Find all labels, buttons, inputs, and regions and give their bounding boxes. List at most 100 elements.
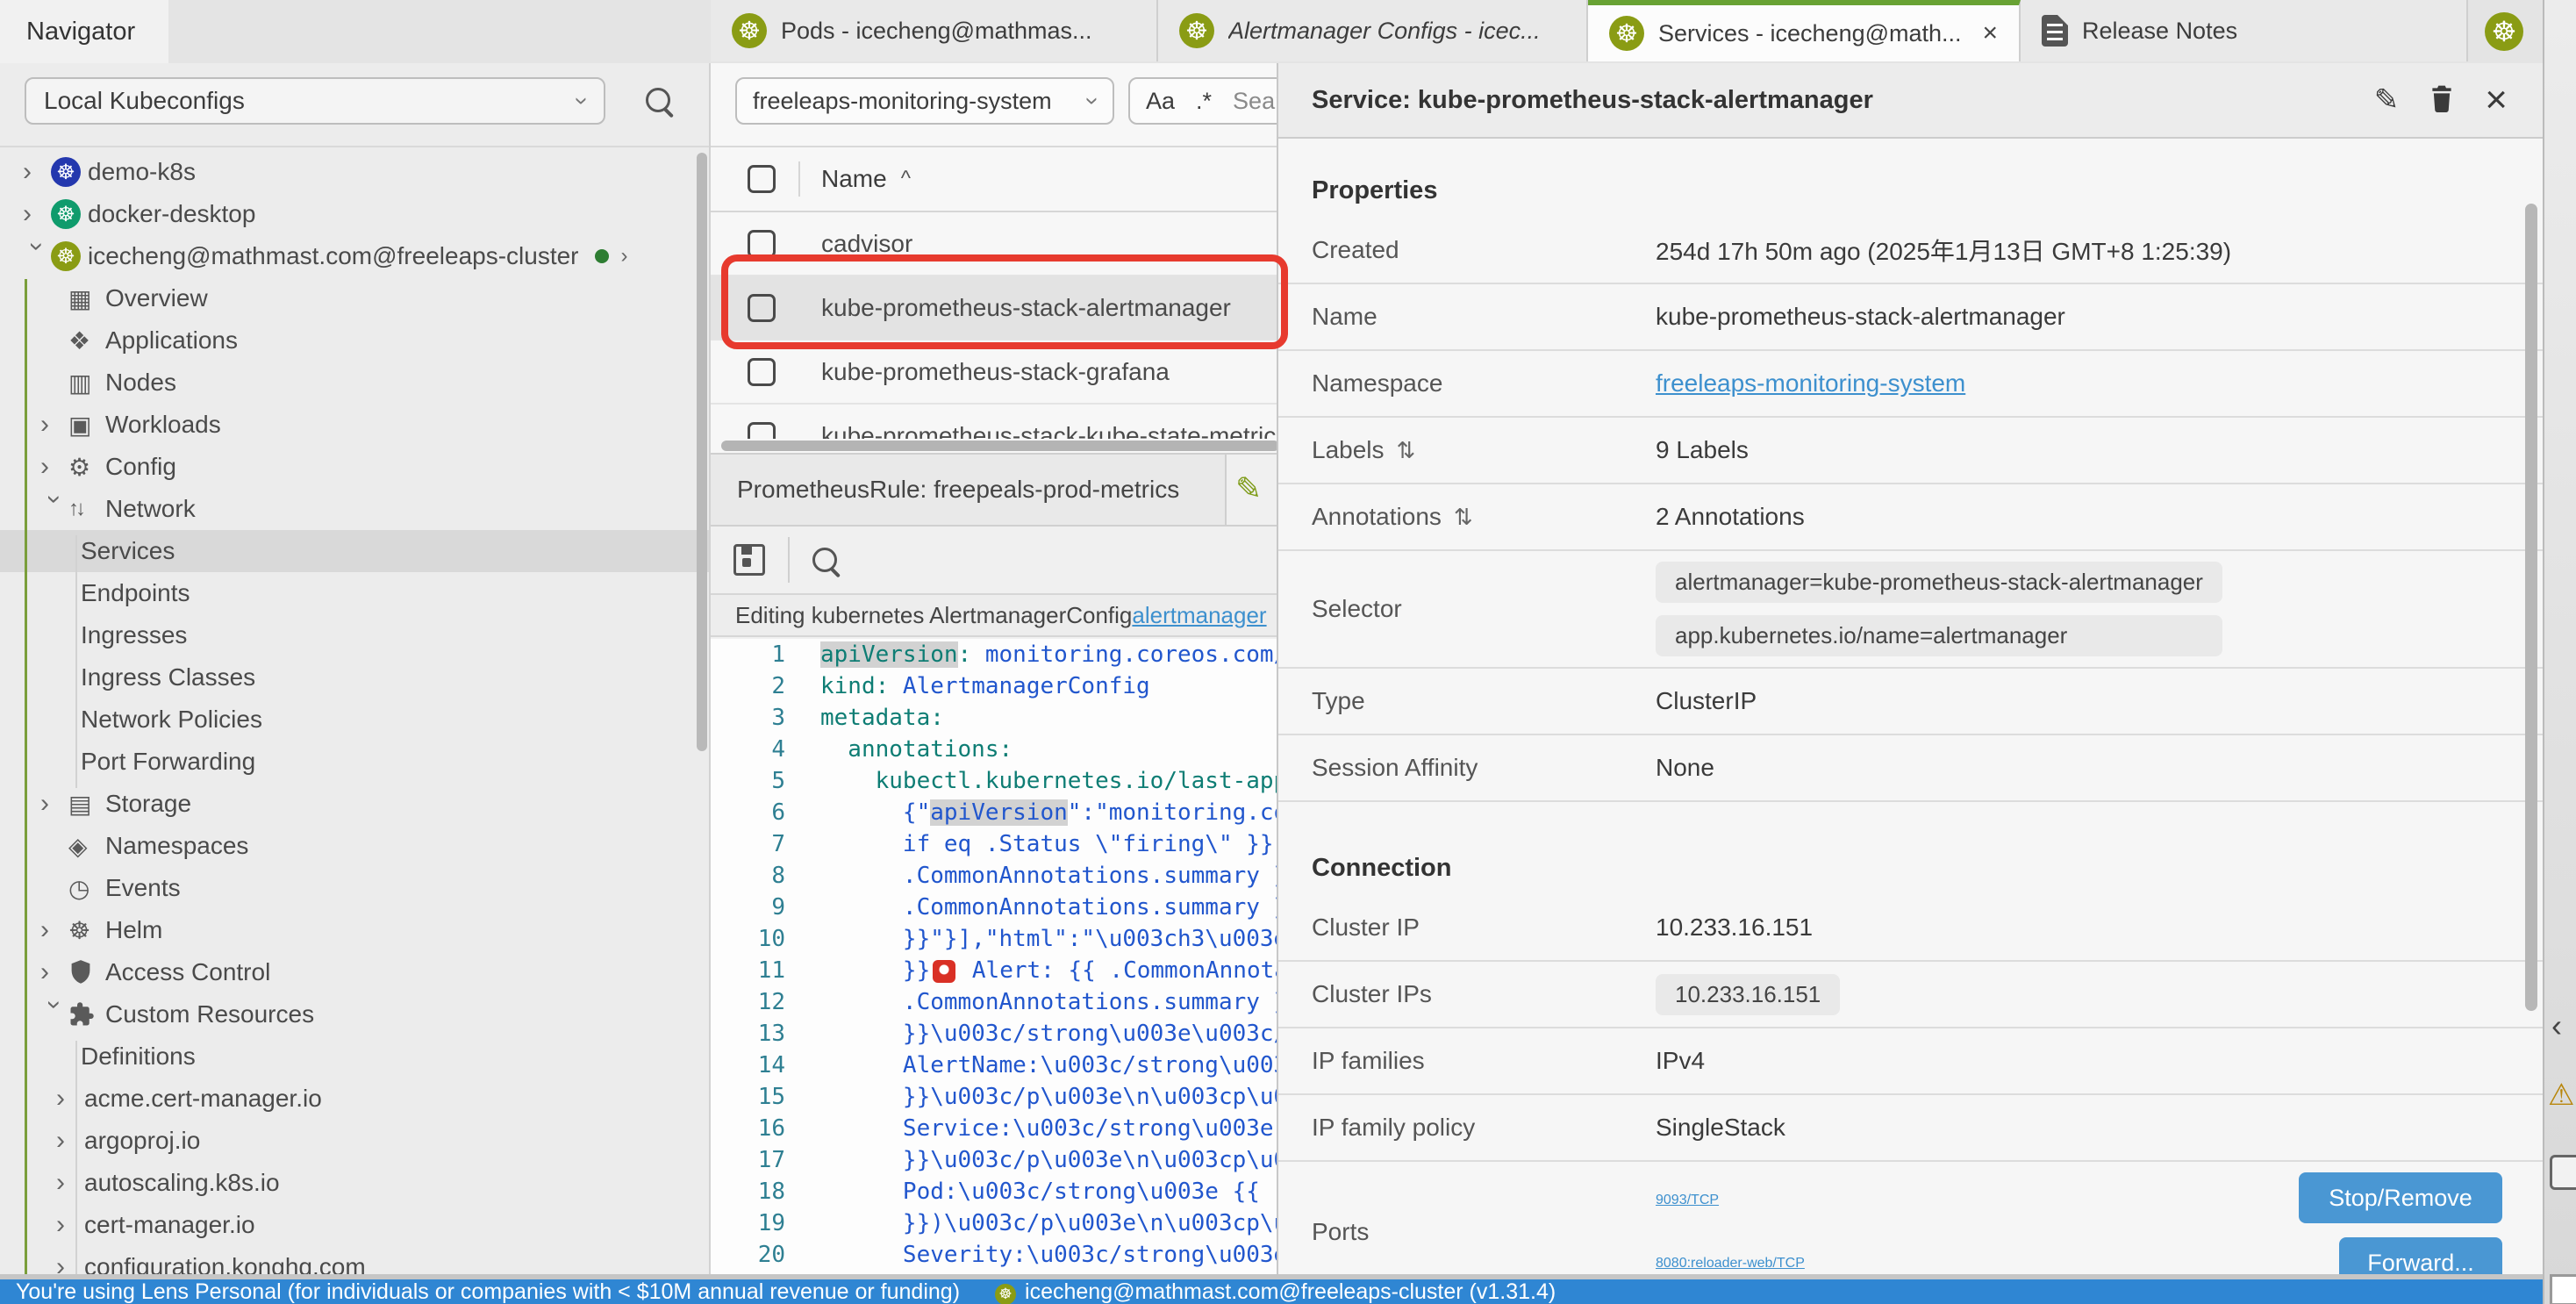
tab-services-icecheng-math-[interactable]: ☸Services - icecheng@math...× (1588, 0, 2021, 61)
sidebar-item-namespaces[interactable]: ◈Namespaces (0, 825, 711, 867)
namespace-select[interactable]: freeleaps-monitoring-system › (735, 77, 1114, 125)
kubernetes-icon[interactable]: ☸ (2485, 12, 2523, 51)
sidebar-item-label: Network (105, 495, 196, 523)
sidebar-item-access-control[interactable]: ›Access Control (0, 951, 711, 993)
sidebar-item-custom-resources[interactable]: ›Custom Resources (0, 993, 711, 1035)
code-text: kind: AlertmanagerConfig (820, 673, 1150, 699)
table-row-kube-prometheus-stack-grafan[interactable]: kube-prometheus-stack-grafana (711, 340, 1290, 405)
name-column-header[interactable]: Name (821, 165, 887, 193)
detail-actions: ✎ × (2374, 81, 2508, 119)
sidebar-item-network-policies[interactable]: Network Policies (0, 699, 711, 741)
row-checkbox[interactable] (748, 358, 776, 386)
kubernetes-icon: ☸ (1179, 13, 1214, 48)
dock-tab-prometheusrule[interactable]: PrometheusRule: freepeals-prod-metrics (711, 455, 1227, 525)
sidebar-scrollbar[interactable] (697, 153, 707, 751)
match-case-toggle[interactable]: Aa (1146, 88, 1175, 115)
active-cluster-status[interactable]: ☸ icecheng@mathmast.com@freeleaps-cluste… (995, 1279, 1556, 1304)
sidebar-item-workloads[interactable]: ›▣Workloads (0, 404, 711, 446)
sidebar-item-applications[interactable]: ❖Applications (0, 319, 711, 362)
sidebar-item-demo-k8s[interactable]: ›☸demo-k8s (0, 151, 711, 193)
code-token: : (930, 705, 944, 731)
tab-pods-icecheng-mathmas-[interactable]: ☸Pods - icecheng@mathmas... (711, 0, 1158, 61)
chevron-down-icon[interactable]: › (41, 495, 68, 523)
chevron-right-icon[interactable]: › (56, 1170, 84, 1196)
sidebar-item-overview[interactable]: ▦Overview (0, 277, 711, 319)
row-checkbox[interactable] (748, 230, 776, 258)
chevron-right-icon[interactable]: › (40, 917, 68, 943)
sidebar-item-nodes[interactable]: ▥Nodes (0, 362, 711, 404)
value-chip[interactable]: app.kubernetes.io/name=alertmanager (1656, 615, 2222, 656)
close-icon[interactable]: × (1982, 18, 1998, 48)
sidebar-item-docker-desktop[interactable]: ›☸docker-desktop (0, 193, 711, 235)
collapse-chevron-icon[interactable]: ‹ (2551, 1007, 2562, 1044)
forward-button[interactable]: Forward... (2339, 1237, 2502, 1274)
detail-scrollbar[interactable] (2525, 204, 2537, 1011)
sidebar-item-label: Config (105, 453, 176, 481)
close-icon[interactable]: × (2485, 81, 2508, 119)
sort-toggle-icon[interactable]: ⇅ (1397, 437, 1416, 464)
sidebar-item-ingresses[interactable]: Ingresses (0, 614, 711, 656)
stop-remove-button[interactable]: Stop/Remove (2299, 1172, 2502, 1223)
chevron-right-icon[interactable]: › (56, 1212, 84, 1238)
sidebar-item-port-forwarding[interactable]: Port Forwarding (0, 741, 711, 783)
select-all-checkbox[interactable] (748, 165, 776, 193)
sidebar-item-label: Applications (105, 326, 238, 355)
chevron-down-icon[interactable]: › (41, 1000, 68, 1028)
sidebar-item-events[interactable]: ◷Events (0, 867, 711, 909)
edit-pencil-icon[interactable]: ✎ (1235, 470, 1262, 507)
chevron-right-icon[interactable]: › (23, 201, 51, 227)
value-chip[interactable]: alertmanager=kube-prometheus-stack-alert… (1656, 562, 2222, 603)
license-notice[interactable]: You're using Lens Personal (for individu… (16, 1279, 960, 1304)
value-chip[interactable]: 10.233.16.151 (1656, 974, 1840, 1015)
edit-pencil-icon[interactable]: ✎ (2374, 82, 2400, 118)
sidebar-item-icecheng-mathmast-com-freeleap[interactable]: ›☸icecheng@mathmast.com@freeleaps-cluste… (0, 235, 711, 277)
delete-trash-icon[interactable] (2429, 83, 2455, 118)
port-link[interactable]: 8080:reloader-web/TCP (1656, 1256, 1805, 1272)
alertmanager-config-link[interactable]: alertmanager (1132, 602, 1266, 629)
sidebar-item-config[interactable]: ›⚙Config (0, 446, 711, 488)
sidebar-item-acme-cert-manager-io[interactable]: ›acme.cert-manager.io (0, 1078, 711, 1120)
yaml-editor[interactable]: 1apiVersion: monitoring.coreos.com/v1alp… (711, 639, 1290, 1274)
namespace-link[interactable]: freeleaps-monitoring-system (1656, 369, 1965, 398)
search-icon[interactable] (812, 548, 837, 572)
tab-release-notes[interactable]: Release Notes (2021, 0, 2468, 61)
sidebar-item-helm[interactable]: ›☸Helm (0, 909, 711, 951)
chevron-right-icon[interactable]: › (56, 1128, 84, 1154)
sidebar-item-storage[interactable]: ›▤Storage (0, 783, 711, 825)
row-value: SingleStack (1656, 1114, 1785, 1142)
chevron-right-icon[interactable]: › (40, 412, 68, 438)
chevron-right-icon[interactable]: › (40, 791, 68, 817)
code-text: {"apiVersion":"monitoring.coreos.com/v1a… (820, 799, 1290, 826)
kubeconfig-select[interactable]: Local Kubeconfigs › (25, 77, 605, 125)
chevron-right-icon[interactable]: › (56, 1254, 84, 1274)
chevron-right-icon[interactable]: › (40, 454, 68, 480)
sidebar-item-autoscaling-k8s-io[interactable]: ›autoscaling.k8s.io (0, 1162, 711, 1204)
sidebar-search-button[interactable] (646, 88, 670, 117)
chevron-right-icon[interactable]: › (56, 1085, 84, 1112)
save-icon[interactable] (733, 544, 765, 576)
sidebar-item-ingress-classes[interactable]: Ingress Classes (0, 656, 711, 699)
sidebar-item-services[interactable]: Services (0, 530, 711, 572)
row-checkbox[interactable] (748, 422, 776, 440)
chevron-down-icon[interactable]: › (24, 242, 50, 270)
sidebar-item-configuration-konghq-com[interactable]: ›configuration.konghq.com (0, 1246, 711, 1274)
chevron-right-icon[interactable]: › (40, 959, 68, 985)
list-search-input[interactable]: Aa .* Search (1128, 77, 1290, 125)
sort-ascending-icon[interactable]: ^ (901, 167, 911, 191)
sidebar-item-argoproj-io[interactable]: ›argoproj.io (0, 1120, 711, 1162)
divider (798, 161, 800, 197)
table-row-kube-prometheus-stack-kube-s[interactable]: kube-prometheus-stack-kube-state-metrics (711, 405, 1290, 439)
chevron-right-icon[interactable]: › (23, 159, 51, 185)
chevron-right-icon[interactable]: › (621, 244, 628, 269)
horizontal-scrollbar[interactable] (721, 441, 1279, 451)
sidebar-item-cert-manager-io[interactable]: ›cert-manager.io (0, 1204, 711, 1246)
sidebar-item-network[interactable]: ›↑↓Network (0, 488, 711, 530)
code-text: }})\u003c/p\u003e\n\u003cp\u00 (820, 1210, 1290, 1236)
tab-alertmanager-configs-ice[interactable]: ☸Alertmanager Configs - icec... (1158, 0, 1588, 61)
regex-toggle[interactable]: .* (1196, 88, 1212, 115)
top-tab-bar: Navigator ☸Pods - icecheng@mathmas...☸Al… (0, 0, 2576, 65)
sort-toggle-icon[interactable]: ⇅ (1454, 504, 1473, 531)
sidebar-item-definitions[interactable]: Definitions (0, 1035, 711, 1078)
port-link[interactable]: 9093/TCP (1656, 1193, 1719, 1208)
sidebar-item-endpoints[interactable]: Endpoints (0, 572, 711, 614)
